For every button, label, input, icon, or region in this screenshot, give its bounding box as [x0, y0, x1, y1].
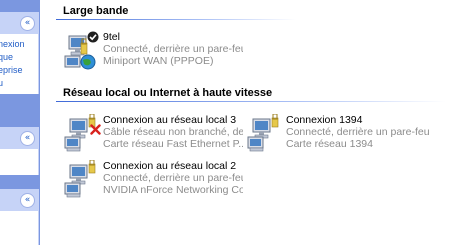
task-link[interactable]: que [0, 51, 38, 64]
connection-status: Connecté, derrière un pare-feu [103, 43, 243, 55]
task-pane: « nexion que eprise u « « [0, 0, 40, 245]
task-pane-box-header[interactable]: « [0, 12, 38, 34]
section-divider [56, 19, 296, 20]
connection-status: Câble réseau non branché, de... [103, 126, 243, 138]
connection-name: Connexion au réseau local 3 [103, 114, 237, 126]
task-link[interactable]: nexion [0, 38, 38, 51]
section-divider [56, 101, 446, 102]
connection-status: Connecté, derrière un pare-feu [103, 172, 243, 184]
collapse-chevron-icon[interactable]: « [20, 16, 35, 31]
collapse-chevron-icon[interactable]: « [20, 131, 35, 146]
section-title-broadband: Large bande [63, 5, 129, 17]
lan-connection-icon [63, 159, 101, 200]
connection-name: Connexion au réseau local 2 [103, 160, 237, 172]
connection-device: Carte réseau Fast Ethernet P... [103, 138, 243, 150]
connections-view: Large bande 9tel Connecté, derrière un p… [56, 0, 465, 245]
connection-item-1394[interactable]: Connexion 1394 Connecté, derrière un par… [246, 113, 465, 158]
section-title-lan: Réseau local ou Internet à haute vitesse [63, 87, 273, 99]
connection-status: Connecté, derrière un pare-feu [286, 126, 430, 138]
connection-item-lan3[interactable]: Connexion au réseau local 3 Câble réseau… [63, 113, 253, 158]
connection-device: Miniport WAN (PPPOE) [103, 55, 214, 67]
connection-name: 9tel [103, 31, 120, 43]
task-pane-box-header[interactable]: « [0, 127, 38, 149]
connection-device: NVIDIA nForce Networking Co... [103, 184, 243, 196]
connection-device: Carte réseau 1394 [286, 138, 373, 150]
collapse-chevron-icon[interactable]: « [20, 193, 35, 208]
task-link[interactable]: u [0, 77, 38, 90]
connection-item-9tel[interactable]: 9tel Connecté, derrière un pare-feu Mini… [63, 31, 263, 75]
lan-connection-icon [246, 113, 284, 154]
connection-item-lan2[interactable]: Connexion au réseau local 2 Connecté, de… [63, 159, 253, 204]
task-pane-box-details: « [0, 189, 39, 245]
task-pane-box-header[interactable]: « [0, 189, 38, 211]
connected-check-icon [87, 31, 99, 43]
connection-name: Connexion 1394 [286, 114, 363, 126]
task-link[interactable]: eprise [0, 64, 38, 77]
task-pane-box-network: « nexion que eprise u [0, 12, 39, 94]
task-pane-box-other: « [0, 127, 39, 175]
disconnected-x-icon [90, 124, 101, 135]
